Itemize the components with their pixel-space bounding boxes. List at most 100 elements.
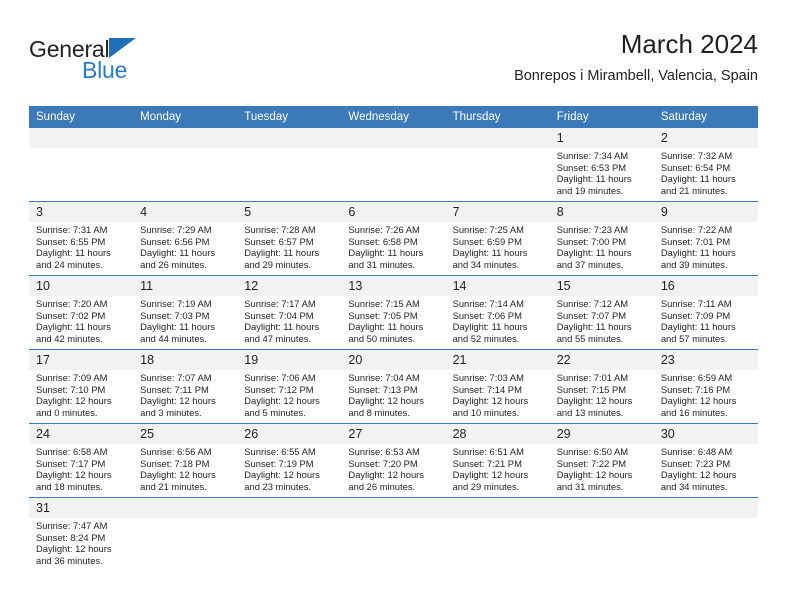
calendar-cell-day[interactable]: 23 Sunrise: 6:59 AM Sunset: 7:16 PM Dayligh… bbox=[653, 349, 758, 424]
daylight-duration-line2: and 24 minutes. bbox=[36, 258, 103, 270]
daylight-duration-line1: Daylight: 12 hours bbox=[36, 469, 112, 481]
weekday-header-saturday: Saturday bbox=[653, 106, 758, 128]
day-number: 9 bbox=[653, 202, 758, 222]
calendar-cell-day[interactable]: 11 Sunrise: 7:19 AM Sunset: 7:03 PM Dayligh… bbox=[133, 275, 238, 350]
calendar-cell-day[interactable]: 8 Sunrise: 7:23 AM Sunset: 7:00 PM Daylight… bbox=[549, 201, 654, 276]
daylight-duration-line2: and 29 minutes. bbox=[244, 258, 311, 270]
daylight-duration-line2: and 55 minutes. bbox=[556, 332, 624, 344]
daylight-duration-line2: and 29 minutes. bbox=[452, 480, 520, 492]
day-details: Sunrise: 7:32 AM Sunset: 6:54 PM Daylight:… bbox=[654, 148, 758, 196]
day-number bbox=[549, 498, 654, 518]
daylight-duration-line2: and 34 minutes. bbox=[660, 480, 728, 492]
calendar-cell-day[interactable]: 14 Sunrise: 7:14 AM Sunset: 7:06 PM Dayligh… bbox=[445, 275, 550, 350]
calendar-cell-day[interactable]: 29 Sunrise: 6:50 AM Sunset: 7:22 PM Dayligh… bbox=[549, 423, 654, 498]
sunset-time: Sunset: 6:56 PM bbox=[140, 235, 210, 247]
calendar-cell-day[interactable]: 28 Sunrise: 6:51 AM Sunset: 7:21 PM Dayligh… bbox=[445, 423, 550, 498]
day-details: Sunrise: 7:09 AM Sunset: 7:10 PM Daylight:… bbox=[29, 370, 133, 418]
calendar-week-row: 31 Sunrise: 7:47 AM Sunset: 8:24 PM Dayligh… bbox=[29, 497, 758, 571]
daylight-duration-line1: Daylight: 12 hours bbox=[452, 469, 529, 481]
calendar-cell-empty bbox=[341, 497, 446, 571]
daylight-duration-line2: and 47 minutes. bbox=[244, 332, 311, 344]
calendar-cell-day[interactable]: 27 Sunrise: 6:53 AM Sunset: 7:20 PM Dayligh… bbox=[341, 423, 446, 498]
sunrise-time: Sunrise: 7:09 AM bbox=[36, 372, 108, 383]
calendar-cell-day[interactable]: 21 Sunrise: 7:03 AM Sunset: 7:14 PM Dayligh… bbox=[445, 349, 550, 424]
weekday-header-row: Sunday Monday Tuesday Wednesday Thursday… bbox=[29, 106, 758, 128]
sunset-time: Sunset: 7:07 PM bbox=[556, 309, 627, 321]
day-details: Sunrise: 7:01 AM Sunset: 7:15 PM Daylight:… bbox=[550, 370, 654, 418]
sunrise-time: Sunrise: 7:25 AM bbox=[452, 224, 524, 235]
day-number: 30 bbox=[653, 424, 758, 444]
calendar-cell-day[interactable]: 3 Sunrise: 7:31 AM Sunset: 6:55 PM Daylight… bbox=[29, 201, 134, 276]
calendar-cell-empty bbox=[29, 128, 134, 202]
day-details: Sunrise: 6:53 AM Sunset: 7:20 PM Daylight:… bbox=[341, 444, 445, 492]
weekday-header-monday: Monday bbox=[133, 106, 238, 128]
day-details: Sunrise: 7:06 AM Sunset: 7:12 PM Daylight:… bbox=[237, 370, 341, 418]
daylight-duration-line1: Daylight: 11 hours bbox=[244, 247, 320, 259]
calendar-cell-day[interactable]: 30 Sunrise: 6:48 AM Sunset: 7:23 PM Dayligh… bbox=[653, 423, 758, 498]
daylight-duration-line1: Daylight: 12 hours bbox=[36, 543, 112, 555]
daylight-duration-line1: Daylight: 11 hours bbox=[660, 173, 736, 185]
calendar-cell-day[interactable]: 24 Sunrise: 6:58 AM Sunset: 7:17 PM Dayligh… bbox=[29, 423, 134, 498]
daylight-duration-line2: and 31 minutes. bbox=[556, 480, 624, 492]
day-details: Sunrise: 7:22 AM Sunset: 7:01 PM Daylight:… bbox=[654, 222, 758, 270]
calendar-cell-day[interactable]: 9 Sunrise: 7:22 AM Sunset: 7:01 PM Daylight… bbox=[653, 201, 758, 276]
day-details: Sunrise: 7:34 AM Sunset: 6:53 PM Daylight:… bbox=[550, 148, 654, 196]
calendar-cell-day[interactable]: 22 Sunrise: 7:01 AM Sunset: 7:15 PM Dayligh… bbox=[549, 349, 654, 424]
sunrise-time: Sunrise: 7:47 AM bbox=[36, 520, 108, 531]
logo-triangle-icon bbox=[109, 38, 136, 58]
day-details: Sunrise: 7:03 AM Sunset: 7:14 PM Daylight:… bbox=[446, 370, 550, 418]
day-details: Sunrise: 6:48 AM Sunset: 7:23 PM Daylight:… bbox=[654, 444, 758, 492]
calendar-cell-day[interactable]: 20 Sunrise: 7:04 AM Sunset: 7:13 PM Dayligh… bbox=[341, 349, 446, 424]
sunset-time: Sunset: 7:12 PM bbox=[244, 383, 314, 395]
weekday-header-sunday: Sunday bbox=[29, 106, 134, 128]
calendar-cell-day[interactable]: 19 Sunrise: 7:06 AM Sunset: 7:12 PM Dayligh… bbox=[237, 349, 342, 424]
day-number bbox=[133, 498, 238, 518]
sunrise-time: Sunrise: 7:14 AM bbox=[452, 298, 524, 309]
calendar-cell-day[interactable]: 18 Sunrise: 7:07 AM Sunset: 7:11 PM Dayligh… bbox=[133, 349, 238, 424]
weekday-header-thursday: Thursday bbox=[445, 106, 550, 128]
sunrise-time: Sunrise: 7:07 AM bbox=[140, 372, 212, 383]
calendar-cell-empty bbox=[653, 497, 758, 571]
calendar-week-row: 24 Sunrise: 6:58 AM Sunset: 7:17 PM Dayligh… bbox=[29, 423, 758, 498]
calendar-cell-day[interactable]: 17 Sunrise: 7:09 AM Sunset: 7:10 PM Dayligh… bbox=[29, 349, 134, 424]
weekday-header-friday: Friday bbox=[549, 106, 654, 128]
calendar-cell-day[interactable]: 15 Sunrise: 7:12 AM Sunset: 7:07 PM Dayligh… bbox=[549, 275, 654, 350]
calendar-page: General Blue March 2024 Bonrepos i Miram… bbox=[0, 0, 792, 612]
day-details: Sunrise: 6:58 AM Sunset: 7:17 PM Daylight:… bbox=[29, 444, 133, 492]
sunrise-time: Sunrise: 7:03 AM bbox=[452, 372, 524, 383]
sunset-time: Sunset: 7:23 PM bbox=[660, 457, 731, 469]
calendar-cell-day[interactable]: 4 Sunrise: 7:29 AM Sunset: 6:56 PM Daylight… bbox=[133, 201, 238, 276]
calendar-cell-day[interactable]: 5 Sunrise: 7:28 AM Sunset: 6:57 PM Daylight… bbox=[237, 201, 342, 276]
daylight-duration-line1: Daylight: 11 hours bbox=[244, 321, 320, 333]
sunset-time: Sunset: 6:53 PM bbox=[556, 161, 627, 173]
calendar-cell-day[interactable]: 16 Sunrise: 7:11 AM Sunset: 7:09 PM Dayligh… bbox=[653, 275, 758, 350]
sunrise-time: Sunrise: 6:55 AM bbox=[244, 446, 316, 457]
day-number: 10 bbox=[29, 276, 134, 296]
general-blue-logo[interactable]: General Blue bbox=[29, 36, 229, 88]
day-number bbox=[445, 498, 550, 518]
sunrise-time: Sunrise: 7:32 AM bbox=[660, 150, 733, 161]
calendar-cell-day[interactable]: 25 Sunrise: 6:56 AM Sunset: 7:18 PM Dayligh… bbox=[133, 423, 238, 498]
calendar-cell-day[interactable]: 1 Sunrise: 7:34 AM Sunset: 6:53 PM Daylight… bbox=[549, 128, 654, 202]
day-number: 1 bbox=[549, 128, 654, 148]
calendar-cell-day[interactable]: 10 Sunrise: 7:20 AM Sunset: 7:02 PM Dayligh… bbox=[29, 275, 134, 350]
sunrise-time: Sunrise: 7:12 AM bbox=[556, 298, 629, 309]
calendar-cell-day[interactable]: 12 Sunrise: 7:17 AM Sunset: 7:04 PM Dayligh… bbox=[237, 275, 342, 350]
daylight-duration-line2: and 10 minutes. bbox=[452, 406, 520, 418]
day-number: 6 bbox=[341, 202, 446, 222]
calendar-cell-day[interactable]: 7 Sunrise: 7:25 AM Sunset: 6:59 PM Daylight… bbox=[445, 201, 550, 276]
sunrise-time: Sunrise: 7:26 AM bbox=[348, 224, 420, 235]
daylight-duration-line2: and 44 minutes. bbox=[140, 332, 207, 344]
day-details: Sunrise: 7:07 AM Sunset: 7:11 PM Daylight:… bbox=[133, 370, 237, 418]
sunset-time: Sunset: 7:18 PM bbox=[140, 457, 210, 469]
daylight-duration-line1: Daylight: 11 hours bbox=[660, 247, 736, 259]
daylight-duration-line1: Daylight: 12 hours bbox=[140, 395, 216, 407]
calendar-cell-day[interactable]: 13 Sunrise: 7:15 AM Sunset: 7:05 PM Dayligh… bbox=[341, 275, 446, 350]
calendar-cell-day[interactable]: 6 Sunrise: 7:26 AM Sunset: 6:58 PM Daylight… bbox=[341, 201, 446, 276]
day-details: Sunrise: 7:12 AM Sunset: 7:07 PM Daylight:… bbox=[550, 296, 654, 344]
calendar-cell-empty bbox=[237, 128, 342, 202]
calendar-cell-day[interactable]: 31 Sunrise: 7:47 AM Sunset: 8:24 PM Dayligh… bbox=[29, 497, 134, 571]
calendar-cell-day[interactable]: 2 Sunrise: 7:32 AM Sunset: 6:54 PM Daylight… bbox=[653, 128, 758, 202]
calendar-cell-day[interactable]: 26 Sunrise: 6:55 AM Sunset: 7:19 PM Dayligh… bbox=[237, 423, 342, 498]
day-number bbox=[133, 128, 238, 148]
